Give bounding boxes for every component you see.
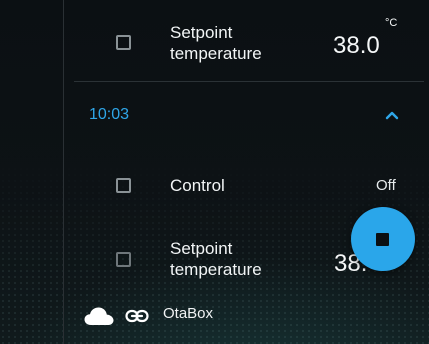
left-border-line [63, 0, 64, 344]
setpoint-row-1-label-line1: Setpoint [170, 23, 233, 42]
control-row[interactable]: Control Off [74, 160, 429, 210]
setpoint-row-2-label: Setpoint temperature [170, 238, 262, 280]
control-row-checkbox[interactable] [116, 178, 131, 193]
device-name: OtaBox [163, 305, 214, 322]
setpoint-row-1-label: Setpoint temperature [170, 22, 262, 64]
setpoint-row-1-checkbox[interactable] [116, 35, 131, 50]
setpoint-row-1-label-line2: temperature [170, 44, 262, 63]
control-row-value: Off [376, 177, 396, 194]
setpoint-row-1-unit: °C [385, 17, 398, 29]
stop-icon [376, 233, 389, 246]
cloud-icon [84, 307, 114, 325]
control-row-label: Control [170, 176, 225, 195]
section-divider [74, 81, 424, 82]
setpoint-row-2-label-line2: temperature [170, 260, 262, 279]
link-icon [125, 309, 149, 323]
chevron-up-icon[interactable] [383, 106, 401, 124]
setpoint-row-2-checkbox[interactable] [116, 252, 131, 267]
setpoint-row-1[interactable]: Setpoint temperature 38.0 °C [74, 0, 429, 80]
setpoint-row-1-value: 38.0 [333, 32, 380, 59]
setpoint-row-2-label-line1: Setpoint [170, 239, 233, 258]
screen: Setpoint temperature 38.0 °C 10:03 Contr… [0, 0, 429, 344]
stop-button[interactable] [351, 207, 415, 271]
group-time: 10:03 [89, 106, 130, 123]
